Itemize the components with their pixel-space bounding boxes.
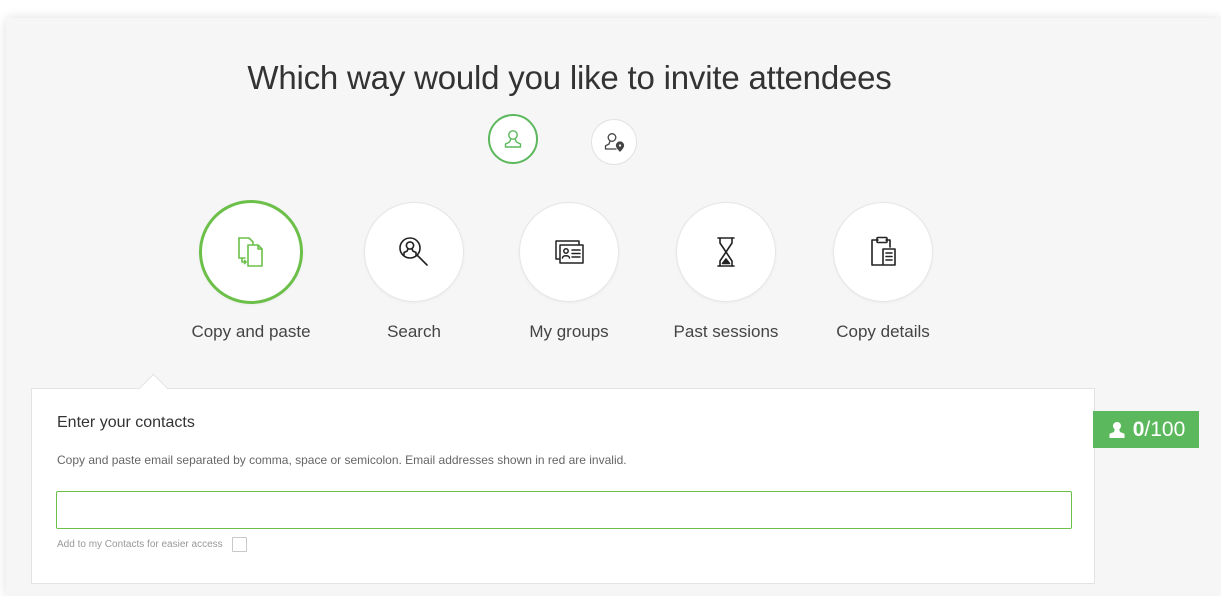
method-label: Search	[387, 322, 441, 341]
copy-paste-icon	[238, 237, 263, 267]
method-circle	[519, 202, 619, 302]
groups-icon	[555, 240, 584, 264]
add-to-contacts-row[interactable]: Add to my Contacts for easier access	[57, 537, 247, 552]
external-attendees-toggle[interactable]	[591, 119, 637, 165]
clipboard-icon	[871, 236, 896, 266]
contacts-input[interactable]	[56, 491, 1072, 529]
method-label: Copy and paste	[191, 322, 311, 341]
add-to-contacts-checkbox[interactable]	[231, 537, 247, 552]
method-circle	[676, 202, 776, 302]
method-my-groups[interactable]: My groups	[499, 202, 639, 342]
method-circle	[364, 202, 464, 302]
page-title: Which way would you like to invite atten…	[247, 59, 892, 96]
person-location-icon	[604, 133, 625, 152]
method-circle	[199, 200, 303, 304]
attendee-limit: 100	[1150, 417, 1186, 441]
panel-pointer	[138, 373, 169, 404]
person-icon	[504, 130, 522, 148]
method-copy-and-paste[interactable]: Copy and paste	[181, 200, 321, 342]
method-past-sessions[interactable]: Past sessions	[656, 202, 796, 342]
user-icon	[1107, 420, 1127, 440]
method-circle	[833, 202, 933, 302]
add-to-contacts-label: Add to my Contacts for easier access	[57, 539, 223, 550]
method-label: Past sessions	[673, 322, 779, 341]
attendee-counter: 0 / 100	[1093, 411, 1199, 448]
method-search[interactable]: Search	[344, 202, 484, 342]
contacts-panel: Enter your contacts Copy and paste email…	[31, 373, 1095, 584]
method-copy-details[interactable]: Copy details	[813, 202, 953, 342]
method-label: My groups	[529, 322, 609, 341]
invite-panel: Which way would you like to invite atten…	[6, 18, 1221, 596]
attendee-count: 0	[1132, 417, 1145, 441]
search-person-icon	[399, 237, 428, 266]
internal-attendees-toggle[interactable]	[488, 114, 538, 164]
method-label: Copy details	[836, 322, 930, 341]
contacts-help-text: Copy and paste email separated by comma,…	[57, 453, 627, 467]
hourglass-icon	[717, 237, 735, 267]
contacts-heading: Enter your contacts	[57, 414, 195, 431]
